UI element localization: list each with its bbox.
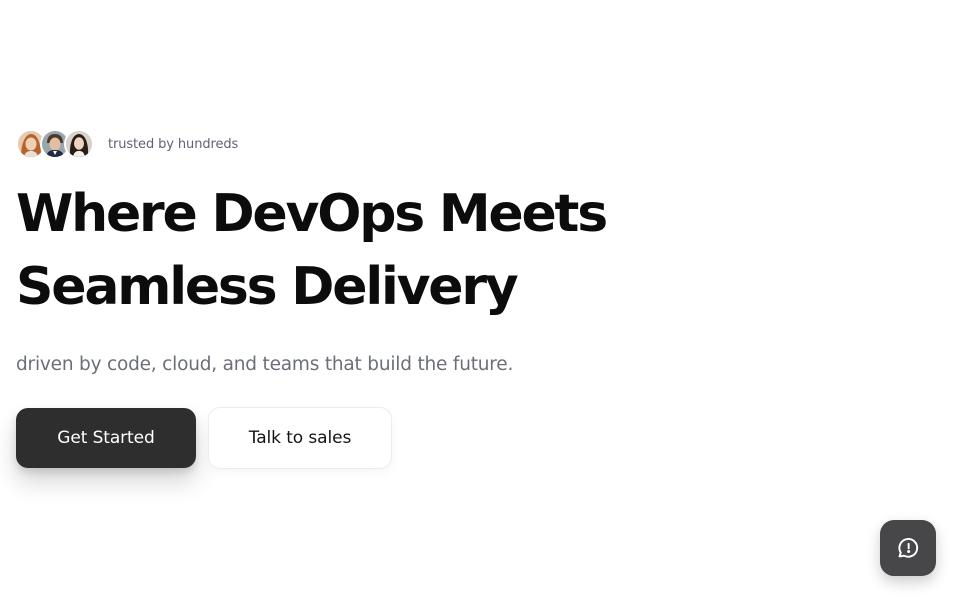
chat-bubble-alert-icon — [895, 535, 921, 561]
headline-line-2: Seamless Delivery — [16, 257, 519, 317]
avatar-group — [16, 129, 94, 159]
trust-text: trusted by hundreds — [108, 136, 239, 152]
avatar — [64, 129, 94, 159]
get-started-button[interactable]: Get Started — [16, 408, 196, 468]
hero-section: trusted by hundreds Where DevOps Meets S… — [16, 128, 656, 469]
hero-headline: Where DevOps Meets Seamless Delivery — [16, 178, 636, 324]
chat-launcher-button[interactable] — [880, 520, 936, 576]
hero-subtitle: driven by code, cloud, and teams that bu… — [16, 354, 514, 375]
landing-page: trusted by hundreds Where DevOps Meets S… — [0, 0, 960, 600]
talk-to-sales-button[interactable]: Talk to sales — [208, 407, 392, 469]
hero-actions: Get Started Talk to sales — [16, 407, 656, 469]
headline-line-1: Where DevOps Meets — [16, 184, 608, 244]
trust-row: trusted by hundreds — [16, 128, 656, 160]
